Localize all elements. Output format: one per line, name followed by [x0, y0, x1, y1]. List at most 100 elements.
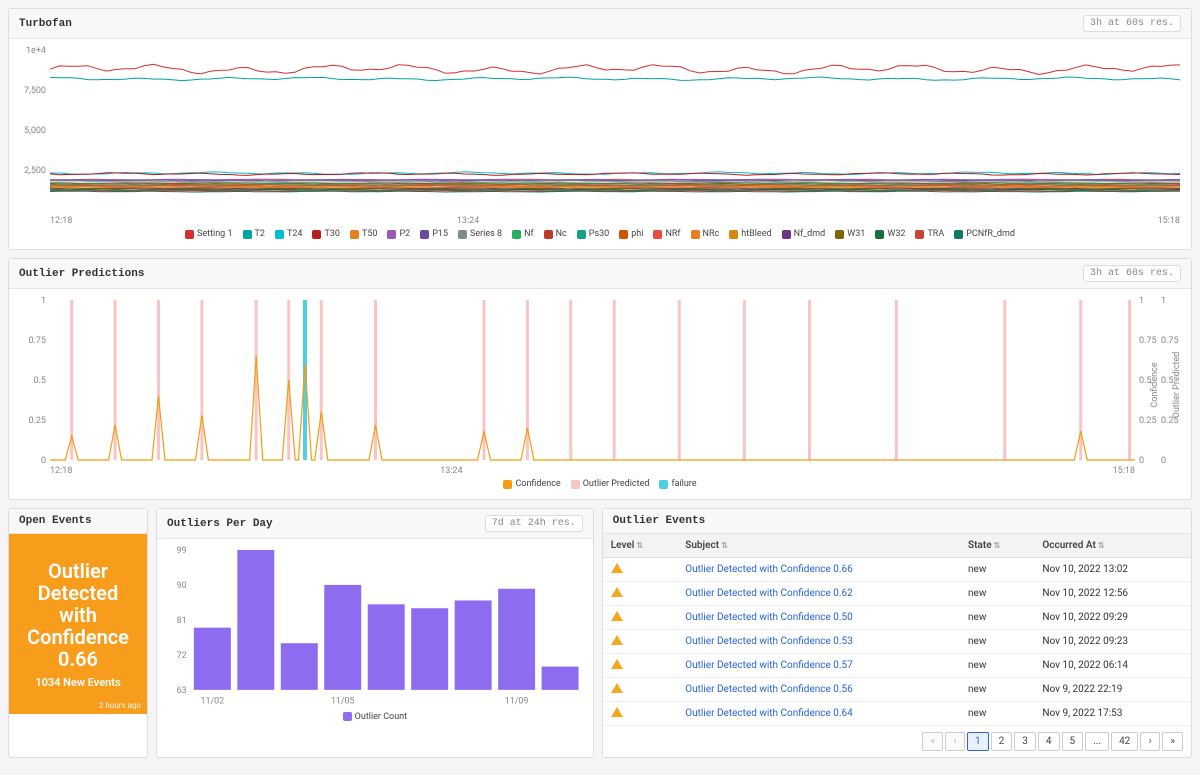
level-cell: [603, 630, 678, 654]
legend-item[interactable]: Confidence: [503, 479, 560, 489]
legend-item[interactable]: T50: [350, 229, 378, 239]
subject-link[interactable]: Outlier Detected with Confidence 0.66: [685, 564, 853, 575]
legend-item[interactable]: W31: [835, 229, 865, 239]
legend-label: Nf: [524, 229, 534, 239]
sort-icon[interactable]: [992, 540, 1001, 551]
outliers-per-day-res-badge[interactable]: 7d at 24h res.: [485, 515, 583, 532]
outliers-per-day-chart[interactable]: 999081726311/0211/0511/09: [163, 545, 587, 708]
legend-item[interactable]: Series 8: [458, 229, 502, 239]
outlier-pred-chart[interactable]: 10.750.50.25010.750.50.25010.750.50.2501…: [15, 295, 1185, 475]
page-nav-button[interactable]: «: [922, 732, 943, 751]
svg-text:7,500: 7,500: [24, 86, 46, 96]
turbofan-res-badge[interactable]: 3h at 60s res.: [1083, 15, 1181, 32]
table-row[interactable]: Outlier Detected with Confidence 0.64new…: [603, 702, 1191, 726]
occurred-cell: Nov 10, 2022 09:23: [1034, 630, 1191, 654]
legend-label: T30: [324, 229, 340, 239]
outlier-pred-res-badge[interactable]: 3h at 60s res.: [1083, 265, 1181, 282]
page-number-button[interactable]: 42: [1111, 732, 1138, 751]
table-row[interactable]: Outlier Detected with Confidence 0.53new…: [603, 630, 1191, 654]
svg-text:1: 1: [1139, 296, 1144, 306]
legend-label: Confidence: [515, 479, 560, 489]
occurred-cell: Nov 9, 2022 22:19: [1034, 678, 1191, 702]
legend-item[interactable]: NRf: [653, 229, 680, 239]
column-header[interactable]: Level: [603, 534, 678, 558]
legend-label: Setting 1: [197, 229, 233, 239]
subject-link[interactable]: Outlier Detected with Confidence 0.62: [685, 588, 853, 599]
subject-link[interactable]: Outlier Detected with Confidence 0.56: [685, 684, 853, 695]
legend-item[interactable]: P2: [387, 229, 410, 239]
outlier-pred-panel: Outlier Predictions 3h at 60s res. 10.75…: [8, 258, 1192, 500]
warning-icon: [611, 683, 623, 693]
subject-link[interactable]: Outlier Detected with Confidence 0.50: [685, 612, 853, 623]
page-number-button[interactable]: 2: [991, 732, 1013, 751]
level-cell: [603, 654, 678, 678]
legend-item[interactable]: NRc: [691, 229, 720, 239]
svg-text:0.25: 0.25: [1139, 416, 1157, 426]
legend-item[interactable]: Nf_dmd: [782, 229, 826, 239]
legend-item[interactable]: TRA: [915, 229, 944, 239]
legend-item[interactable]: Outlier Count: [343, 712, 407, 722]
svg-text:11/09: 11/09: [505, 697, 529, 707]
state-cell: new: [960, 582, 1034, 606]
legend-item[interactable]: W32: [875, 229, 905, 239]
page-nav-button[interactable]: ›: [1140, 732, 1160, 751]
legend-item[interactable]: failure: [659, 479, 696, 489]
legend-item[interactable]: Nf: [512, 229, 534, 239]
column-header[interactable]: State: [960, 534, 1034, 558]
legend-item[interactable]: T30: [312, 229, 340, 239]
occurred-cell: Nov 10, 2022 09:29: [1034, 606, 1191, 630]
legend-item[interactable]: T24: [275, 229, 303, 239]
outlier-pred-title: Outlier Predictions: [19, 268, 144, 280]
svg-text:15:18: 15:18: [1158, 216, 1180, 225]
turbofan-chart[interactable]: 1e+47,5005,0002,50012:1813:2415:18: [15, 45, 1185, 225]
table-row[interactable]: Outlier Detected with Confidence 0.57new…: [603, 654, 1191, 678]
outlier-pred-header: Outlier Predictions 3h at 60s res.: [9, 259, 1191, 289]
state-cell: new: [960, 558, 1034, 582]
column-header[interactable]: Subject: [677, 534, 960, 558]
sort-icon[interactable]: [634, 540, 643, 551]
turbofan-chart-body: 1e+47,5005,0002,50012:1813:2415:18 Setti…: [9, 39, 1191, 249]
legend-item[interactable]: phi: [619, 229, 643, 239]
subject-cell: Outlier Detected with Confidence 0.53: [677, 630, 960, 654]
table-row[interactable]: Outlier Detected with Confidence 0.56new…: [603, 678, 1191, 702]
legend-label: failure: [671, 479, 696, 489]
legend-label: T2: [255, 229, 265, 239]
table-row[interactable]: Outlier Detected with Confidence 0.66 new…: [603, 558, 1191, 582]
page-nav-button[interactable]: »: [1162, 732, 1183, 751]
subject-link[interactable]: Outlier Detected with Confidence 0.53: [685, 636, 853, 647]
legend-label: Series 8: [470, 229, 502, 239]
svg-text:0.25: 0.25: [28, 416, 46, 426]
legend-item[interactable]: Ps30: [577, 229, 609, 239]
page-number-button[interactable]: 1: [967, 732, 989, 751]
page-number-button[interactable]: 3: [1014, 732, 1036, 751]
legend-item[interactable]: Nc: [544, 229, 567, 239]
svg-text:0: 0: [41, 456, 46, 466]
subject-link[interactable]: Outlier Detected with Confidence 0.64: [685, 708, 853, 719]
open-events-line3: Confidence: [19, 626, 137, 648]
legend-swatch: [343, 712, 352, 721]
legend-item[interactable]: Outlier Predicted: [571, 479, 650, 489]
sort-icon[interactable]: [1096, 540, 1105, 551]
open-events-card[interactable]: Outlier Detected with Confidence 0.66 10…: [9, 534, 147, 714]
legend-label: P15: [432, 229, 448, 239]
column-header[interactable]: Occurred At: [1034, 534, 1191, 558]
table-row[interactable]: Outlier Detected with Confidence 0.50new…: [603, 606, 1191, 630]
legend-item[interactable]: Setting 1: [185, 229, 233, 239]
svg-text:81: 81: [177, 616, 187, 626]
outlier-pred-legend: Confidence Outlier Predicted failure: [15, 475, 1185, 493]
legend-item[interactable]: PCNfR_dmd: [954, 229, 1015, 239]
legend-label: Nf_dmd: [794, 229, 826, 239]
legend-item[interactable]: htBleed: [729, 229, 771, 239]
legend-label: W32: [887, 229, 905, 239]
sort-icon[interactable]: [719, 540, 728, 551]
page-number-button[interactable]: 4: [1038, 732, 1060, 751]
legend-item[interactable]: T2: [243, 229, 265, 239]
page-nav-button[interactable]: ‹: [945, 732, 965, 751]
warning-icon: [611, 659, 623, 669]
page-ellipsis: ...: [1085, 732, 1109, 751]
page-number-button[interactable]: 5: [1062, 732, 1084, 751]
turbofan-title: Turbofan: [19, 18, 72, 30]
subject-link[interactable]: Outlier Detected with Confidence 0.57: [685, 660, 853, 671]
legend-item[interactable]: P15: [420, 229, 448, 239]
table-row[interactable]: Outlier Detected with Confidence 0.62 new…: [603, 582, 1191, 606]
